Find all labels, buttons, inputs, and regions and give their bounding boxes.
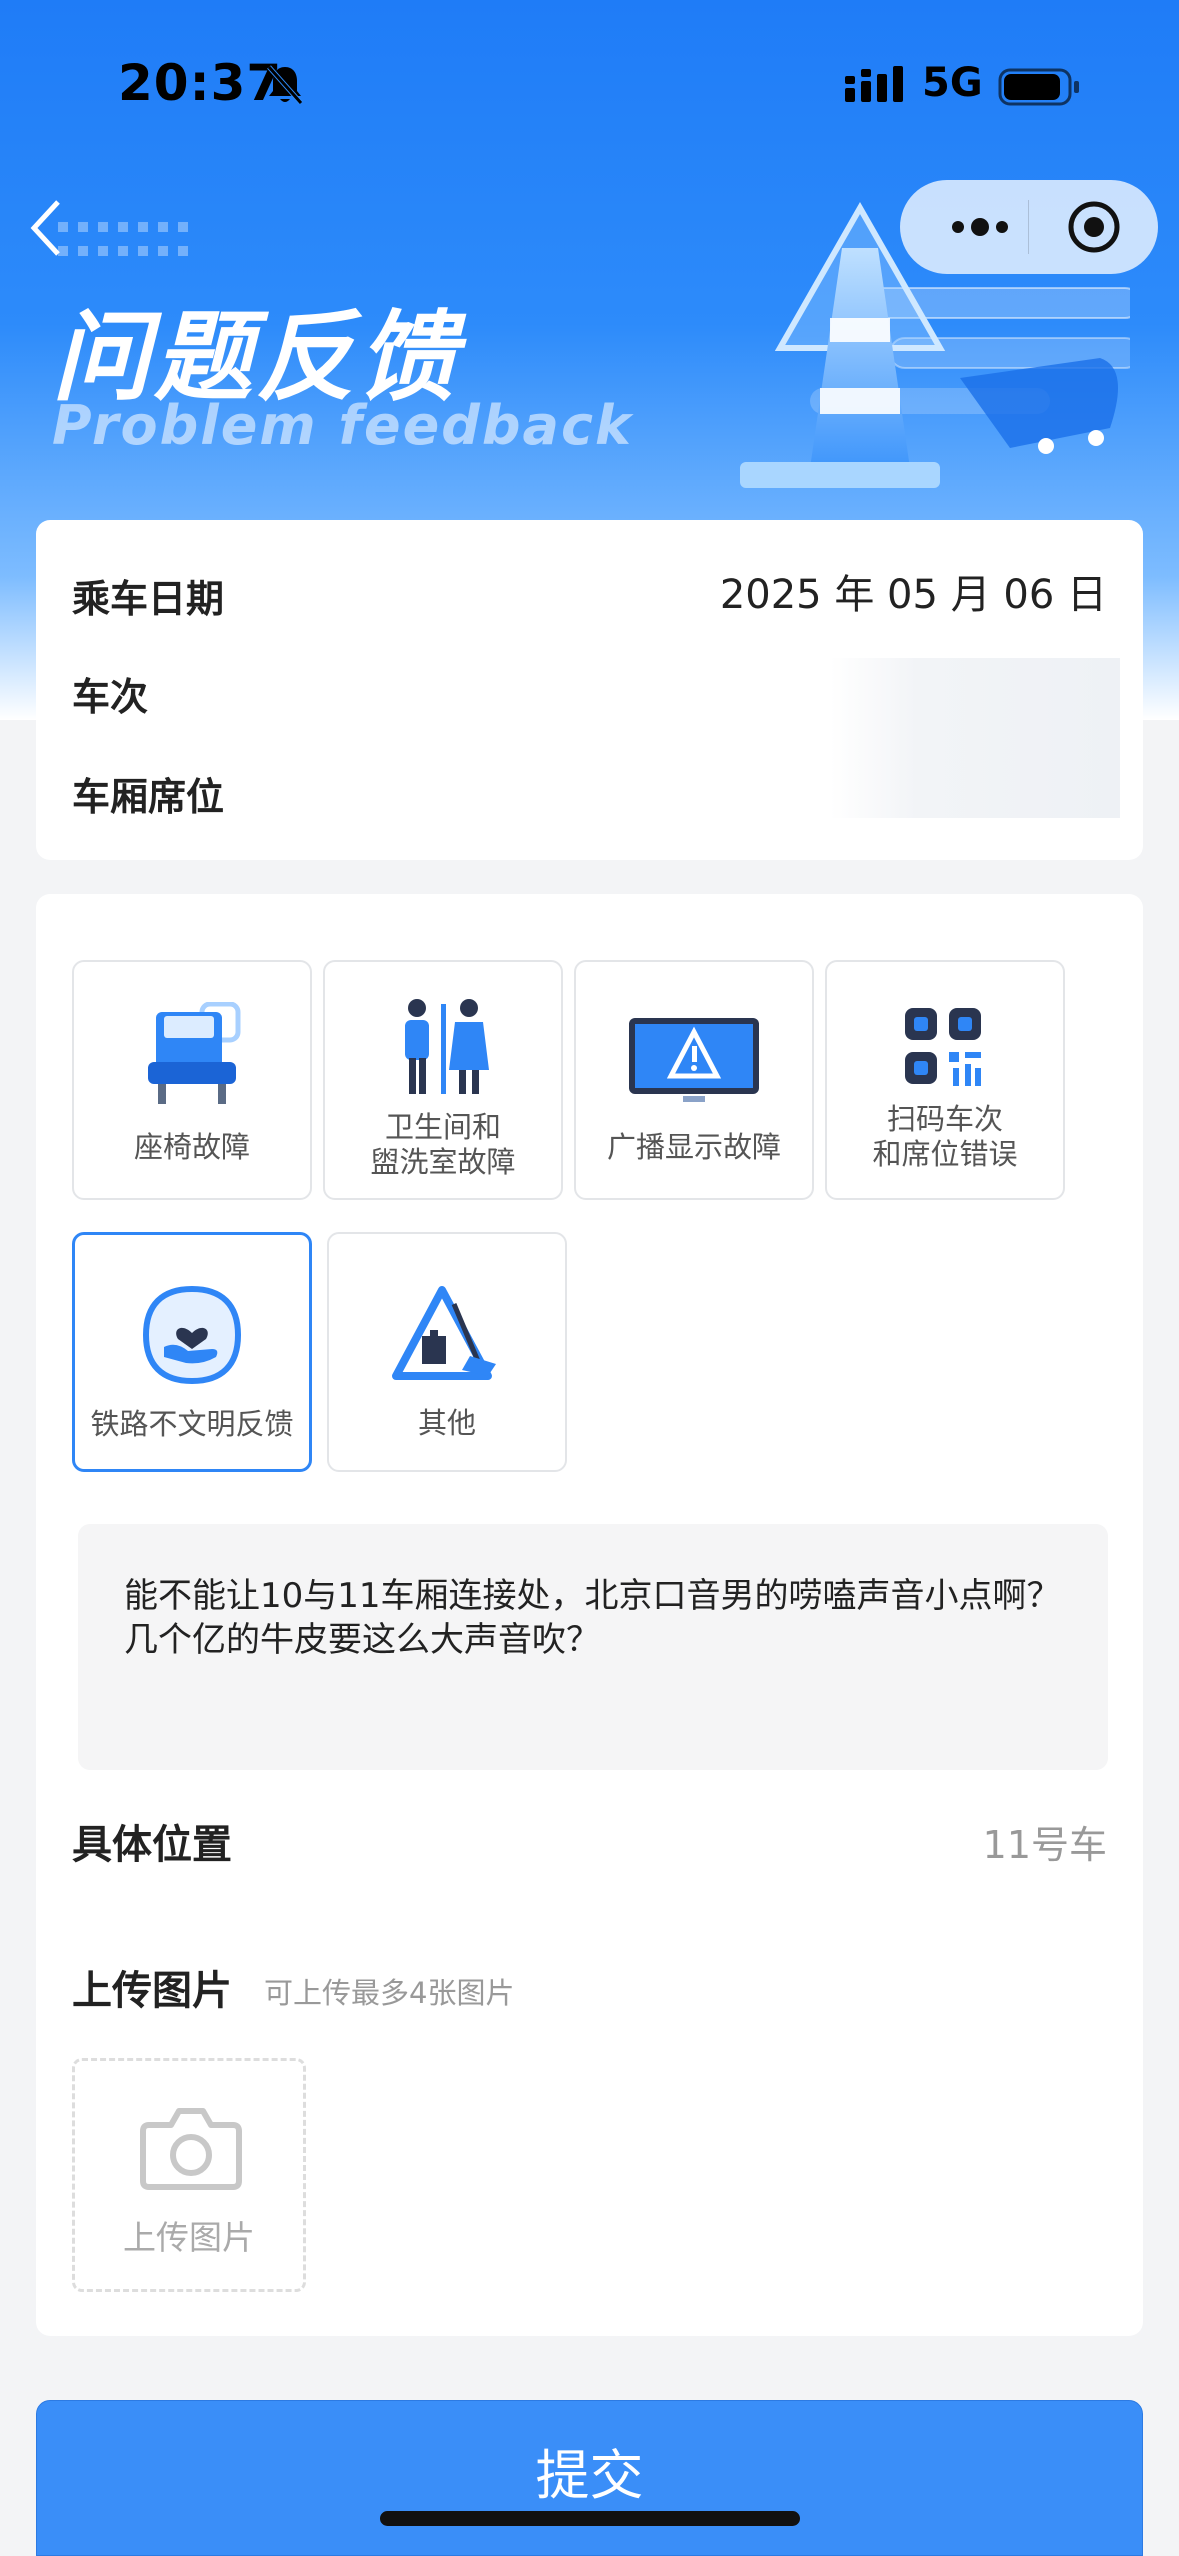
submit-button[interactable]: 提交 bbox=[36, 2400, 1143, 2556]
category-label: 扫码车次 和席位错误 bbox=[872, 1102, 1018, 1171]
feedback-card: 座椅故障 卫生间和 盥洗室故障 广播显示故障 扫码车次 和席位错误 铁路不文明反… bbox=[36, 894, 1143, 2336]
date-label: 乘车日期 bbox=[72, 577, 225, 621]
location-label: 具体位置 bbox=[72, 1822, 232, 1868]
network-type: 5G bbox=[922, 60, 983, 106]
date-value[interactable]: 2025 年 05 月 06 日 bbox=[720, 562, 1107, 620]
feedback-text: 能不能让10与11车厢连接处，北京口音男的唠嗑声音小点啊？几个亿的牛皮要这么大声… bbox=[124, 1576, 1061, 1660]
camera-icon bbox=[139, 2105, 243, 2195]
heart-hand-icon bbox=[142, 1285, 242, 1389]
bell-muted-icon bbox=[265, 63, 305, 111]
status-time: 20:37 bbox=[118, 54, 283, 112]
warning-cone-illustration bbox=[630, 188, 1141, 512]
battery-icon bbox=[998, 68, 1082, 112]
redacted-train-seat bbox=[830, 658, 1120, 818]
signal-icon bbox=[845, 66, 905, 108]
category-other[interactable]: 其他 bbox=[327, 1232, 567, 1472]
warning-cleaning-icon bbox=[392, 1284, 502, 1388]
category-label: 其他 bbox=[417, 1406, 476, 1440]
category-label: 铁路不文明反馈 bbox=[90, 1407, 294, 1441]
location-value[interactable]: 11号车 bbox=[983, 1814, 1107, 1869]
category-restroom-fault[interactable]: 卫生间和 盥洗室故障 bbox=[323, 960, 563, 1200]
category-seat-fault[interactable]: 座椅故障 bbox=[72, 960, 312, 1200]
category-qr-error[interactable]: 扫码车次 和席位错误 bbox=[825, 960, 1065, 1200]
category-label: 卫生间和 盥洗室故障 bbox=[370, 1110, 516, 1179]
category-label: 座椅故障 bbox=[133, 1130, 250, 1164]
status-bar: 20:37 5G bbox=[0, 0, 1179, 170]
upload-image-button[interactable]: 上传图片 bbox=[72, 2058, 306, 2292]
train-label: 车次 bbox=[72, 675, 149, 719]
category-display-fault[interactable]: 广播显示故障 bbox=[574, 960, 814, 1200]
home-indicator bbox=[380, 2511, 800, 2526]
decor-dots bbox=[58, 222, 188, 262]
upload-label: 上传图片 bbox=[72, 1968, 232, 2014]
category-uncivil-behavior[interactable]: 铁路不文明反馈 bbox=[72, 1232, 312, 1472]
display-warning-icon bbox=[627, 1016, 761, 1110]
upload-button-label: 上传图片 bbox=[123, 2218, 255, 2257]
qr-code-icon bbox=[903, 1006, 987, 1094]
trip-info-card: 乘车日期 2025 年 05 月 06 日 车次 车厢席位 bbox=[36, 520, 1143, 860]
seat-icon bbox=[142, 1001, 242, 1116]
upload-hint: 可上传最多4张图片 bbox=[264, 1976, 515, 2010]
seat-label: 车厢席位 bbox=[72, 775, 225, 819]
restroom-icon bbox=[393, 998, 493, 1102]
category-label: 广播显示故障 bbox=[606, 1130, 781, 1164]
feedback-textarea[interactable]: 能不能让10与11车厢连接处，北京口音男的唠嗑声音小点啊？几个亿的牛皮要这么大声… bbox=[78, 1524, 1108, 1770]
page-subtitle: Problem feedback bbox=[52, 394, 633, 457]
